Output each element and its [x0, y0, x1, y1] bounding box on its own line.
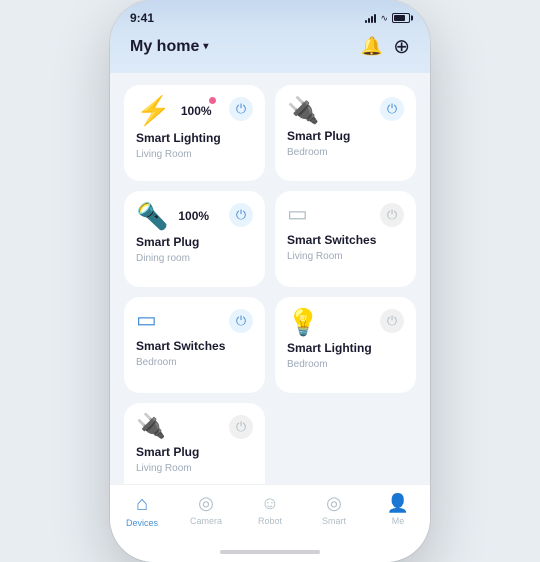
nav-item-robot[interactable]: ☺ Robot [245, 493, 295, 526]
devices-row-2: ▭ ⏻ Smart Switches Bedroom 💡 ⏻ Smart Lig… [124, 297, 416, 393]
device-name: Smart Plug [136, 235, 253, 251]
switch-icon: ▭ [287, 203, 308, 225]
device-card-smart-lighting-bedroom[interactable]: 💡 ⏻ Smart Lighting Bedroom [275, 297, 416, 393]
plug2-icon: 🔌 [136, 415, 166, 439]
device-name: Smart Lighting [287, 341, 404, 357]
device-location: Living Room [287, 251, 404, 262]
nav-item-camera[interactable]: ◎ Camera [181, 493, 231, 526]
device-name: Smart Plug [287, 129, 404, 145]
percentage-label: 100% [181, 104, 212, 118]
switch2-icon: ▭ [136, 309, 157, 331]
power-button[interactable]: ⏻ [229, 97, 253, 121]
status-time: 9:41 [130, 11, 154, 25]
device-location: Living Room [136, 149, 253, 160]
signal-bars-icon [365, 13, 376, 23]
robot-icon: ☺ [261, 493, 279, 514]
device-location: Bedroom [287, 359, 404, 370]
bottom-nav: ⌂ Devices ◎ Camera ☺ Robot ◎ Smart 👤 Me [110, 484, 430, 542]
device-location: Bedroom [287, 147, 404, 158]
power-button[interactable]: ⏻ [380, 203, 404, 227]
device-card-smart-plug-living[interactable]: 🔌 ⏻ Smart Plug Living Room [124, 403, 265, 484]
device-icon-wrap: 💡 [287, 309, 319, 335]
device-card-smart-plug-bedroom[interactable]: 🔌 ⏻ Smart Plug Bedroom [275, 85, 416, 181]
power-button[interactable]: ⏻ [229, 309, 253, 333]
device-icon-wrap: ▭ [287, 203, 308, 225]
devices-row-0: ⚡ 100% ⏻ Smart Lighting Living Room 🔌 ⏻ [124, 85, 416, 181]
device-icon-wrap: ▭ [136, 309, 157, 331]
percentage-label: 100% [178, 209, 209, 223]
home-title[interactable]: My home ▾ [130, 38, 208, 56]
lightning-icon: ⚡ [136, 97, 171, 125]
camera-icon: ◎ [198, 493, 214, 514]
power-button[interactable]: ⏻ [380, 309, 404, 333]
nav-item-me[interactable]: 👤 Me [373, 493, 423, 526]
device-icon-wrap: 🔦 100% [136, 203, 209, 229]
device-icon-wrap: ⚡ 100% [136, 97, 212, 125]
pink-dot [209, 97, 216, 104]
power-button[interactable]: ⏻ [229, 415, 253, 439]
bell-icon[interactable]: 🔔 [361, 36, 383, 57]
device-card-smart-switches-living[interactable]: ▭ ⏻ Smart Switches Living Room [275, 191, 416, 287]
devices-row-3: 🔌 ⏻ Smart Plug Living Room [124, 403, 416, 484]
nav-label-smart: Smart [322, 516, 346, 526]
plug-icon: 🔌 [287, 97, 319, 123]
device-location: Living Room [136, 463, 253, 474]
power-button[interactable]: ⏻ [229, 203, 253, 227]
header-actions: 🔔 ⊕ [361, 34, 410, 59]
header: My home ▾ 🔔 ⊕ [110, 28, 430, 73]
nav-label-devices: Devices [126, 518, 158, 528]
power-button[interactable]: ⏻ [380, 97, 404, 121]
nav-item-smart[interactable]: ◎ Smart [309, 493, 359, 526]
home-indicator [110, 542, 430, 562]
device-icon-wrap: 🔌 [136, 415, 166, 439]
battery-icon [392, 13, 410, 23]
chevron-down-icon: ▾ [203, 41, 208, 52]
nav-label-camera: Camera [190, 516, 222, 526]
device-name: Smart Lighting [136, 131, 253, 147]
home-icon: ⌂ [136, 493, 148, 516]
device-card-smart-switches-bedroom[interactable]: ▭ ⏻ Smart Switches Bedroom [124, 297, 265, 393]
wifi-icon: ∿ [380, 13, 388, 24]
device-card-smart-plug-dining[interactable]: 🔦 100% ⏻ Smart Plug Dining room [124, 191, 265, 287]
content: ⚡ 100% ⏻ Smart Lighting Living Room 🔌 ⏻ [110, 73, 430, 484]
device-card-smart-lighting-living[interactable]: ⚡ 100% ⏻ Smart Lighting Living Room [124, 85, 265, 181]
person-icon: 👤 [387, 493, 409, 514]
devices-row-1: 🔦 100% ⏻ Smart Plug Dining room ▭ ⏻ Smar… [124, 191, 416, 287]
add-icon[interactable]: ⊕ [393, 34, 410, 59]
smart-icon: ◎ [326, 493, 342, 514]
device-name: Smart Switches [287, 233, 404, 249]
device-icon-wrap: 🔌 [287, 97, 319, 123]
nav-item-devices[interactable]: ⌂ Devices [117, 493, 167, 528]
device-location: Dining room [136, 253, 253, 264]
home-title-text: My home [130, 38, 199, 56]
nav-label-me: Me [392, 516, 405, 526]
lamp-icon: 🔦 [136, 203, 168, 229]
home-bar [220, 550, 320, 554]
device-location: Bedroom [136, 357, 253, 368]
bulb-icon: 💡 [287, 309, 319, 335]
device-name: Smart Plug [136, 445, 253, 461]
status-bar: 9:41 ∿ [110, 0, 430, 28]
nav-label-robot: Robot [258, 516, 282, 526]
phone-shell: 9:41 ∿ My home ▾ 🔔 ⊕ [110, 0, 430, 562]
status-icons: ∿ [365, 13, 410, 24]
device-name: Smart Switches [136, 339, 253, 355]
